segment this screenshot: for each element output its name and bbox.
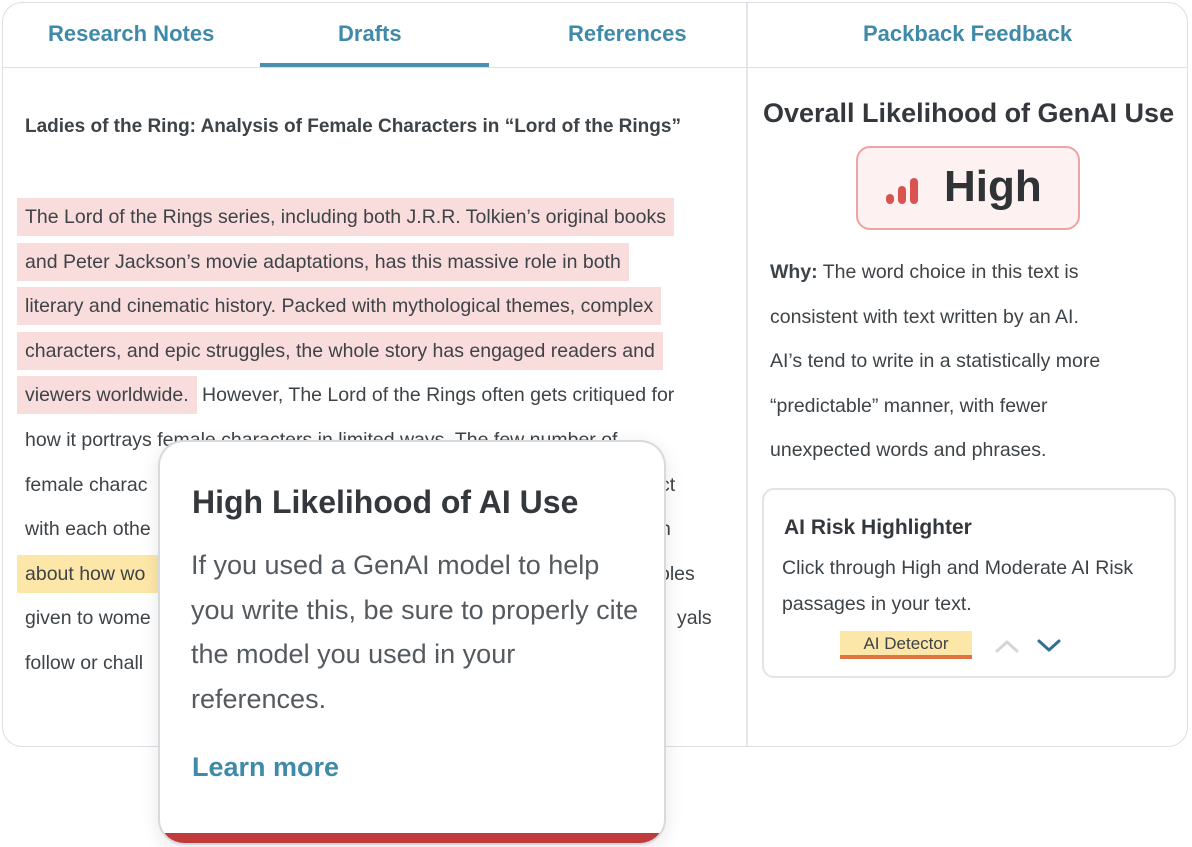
high-risk-highlight[interactable]: literary and cinematic history. Packed w… (17, 287, 662, 326)
popup-body: If you used a GenAI model to help you wr… (191, 550, 639, 714)
moderate-risk-highlight[interactable]: about how wo (17, 554, 173, 593)
why-text: The word choice in this text is (817, 261, 1079, 283)
high-risk-highlight[interactable]: viewers worldwide. (17, 376, 197, 415)
tab-packback-feedback[interactable]: Packback Feedback (863, 21, 1072, 47)
high-risk-highlight[interactable]: and Peter Jackson’s movie adaptations, h… (17, 242, 629, 281)
ai-risk-highlighter-card: AI Risk Highlighter Click through High a… (762, 488, 1176, 678)
high-risk-highlight[interactable]: The Lord of the Rings series, including … (17, 198, 674, 236)
document-title: Ladies of the Ring: Analysis of Female C… (25, 116, 681, 137)
text-segment: female charac (25, 473, 148, 496)
tab-divider (3, 67, 1187, 68)
why-text: unexpected words and phrases. (770, 439, 1047, 462)
tab-drafts[interactable]: Drafts (338, 21, 402, 47)
panel-divider (746, 3, 748, 746)
popup-title: High Likelihood of AI Use (192, 484, 579, 520)
signal-bars-icon (886, 174, 926, 204)
text-segment: yals (677, 607, 712, 630)
chevron-up-icon[interactable] (994, 636, 1020, 656)
why-explanation: Why: The word choice in this text is con… (770, 250, 1170, 473)
text-line: viewers worldwide. However, The Lord of … (17, 373, 737, 418)
highlighter-title: AI Risk Highlighter (784, 516, 972, 539)
popup-risk-bar (160, 833, 664, 843)
why-label: Why: (770, 261, 818, 283)
why-text: AI’s tend to write in a statistically mo… (770, 350, 1101, 373)
text-segment: with each othe (25, 518, 151, 541)
tab-references[interactable]: References (568, 21, 687, 47)
text-segment: However, The Lord of the Rings often get… (196, 384, 675, 407)
highlighter-description: Click through High and Moderate AI Risk … (782, 557, 1134, 615)
text-line: and Peter Jackson’s movie adaptations, h… (17, 240, 737, 285)
text-segment: given to wome (25, 607, 151, 630)
text-line: literary and cinematic history. Packed w… (17, 284, 737, 329)
text-line: The Lord of the Rings series, including … (17, 195, 737, 240)
likelihood-badge: High (856, 146, 1080, 230)
tab-research-notes[interactable]: Research Notes (48, 21, 214, 47)
ai-use-popup: High Likelihood of AI Use If you used a … (158, 440, 666, 845)
why-text: consistent with text written by an AI. (770, 305, 1079, 328)
text-line: characters, and epic struggles, the whol… (17, 329, 737, 374)
chevron-down-icon[interactable] (1036, 636, 1062, 656)
high-risk-highlight[interactable]: characters, and epic struggles, the whol… (17, 331, 663, 370)
likelihood-heading: Overall Likelihood of GenAI Use (763, 98, 1175, 128)
likelihood-level: High (944, 162, 1042, 211)
learn-more-link[interactable]: Learn more (192, 752, 339, 783)
ai-detector-label[interactable]: AI Detector (840, 631, 972, 659)
why-text: “predictable” manner, with fewer (770, 394, 1048, 417)
